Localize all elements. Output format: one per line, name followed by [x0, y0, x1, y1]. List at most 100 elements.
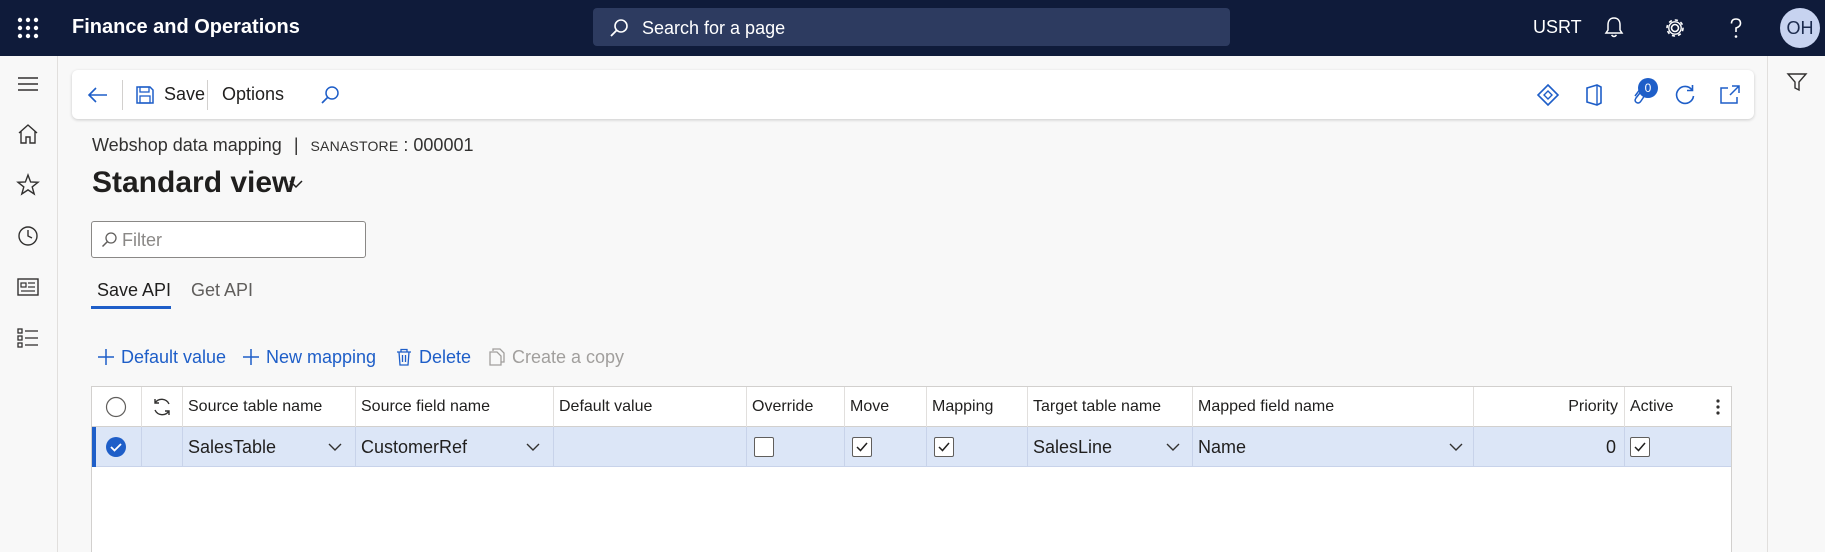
column-header-priority[interactable]: Priority: [1474, 387, 1625, 427]
copy-icon: [489, 348, 505, 366]
row-status-cell: [142, 427, 183, 467]
back-arrow-icon: [87, 86, 107, 103]
app-launcher-icon[interactable]: [14, 14, 42, 42]
target-table-cell[interactable]: SalesLine: [1028, 427, 1193, 467]
default-value-label: Default value: [121, 346, 227, 367]
mapped-field-value: Name: [1198, 437, 1247, 457]
source-field-cell[interactable]: CustomerRef: [356, 427, 554, 467]
home-icon[interactable]: [15, 121, 41, 147]
search-placeholder: Search for a page: [642, 18, 786, 38]
source-table-value: SalesTable: [188, 437, 277, 457]
search-icon: [610, 19, 628, 37]
table-row[interactable]: SalesTable CustomerRef SalesLine Name 0: [92, 427, 1731, 467]
mapping-cell: [927, 427, 1028, 467]
left-navigation: [0, 56, 58, 552]
options-label: Options: [222, 84, 285, 104]
filter-field[interactable]: [91, 221, 366, 258]
attachments-count-badge: 0: [1638, 78, 1658, 98]
column-header-mapped-field[interactable]: Mapped field name: [1193, 387, 1474, 427]
source-table-cell[interactable]: SalesTable: [183, 427, 356, 467]
recent-clock-icon[interactable]: [15, 223, 41, 249]
active-cell: [1625, 427, 1731, 467]
new-mapping-button[interactable]: New mapping: [242, 343, 376, 371]
move-checkbox[interactable]: [852, 437, 872, 457]
save-icon: [136, 85, 154, 104]
delete-label: Delete: [419, 346, 472, 367]
action-search-button[interactable]: [319, 70, 341, 119]
column-header-move[interactable]: Move: [845, 387, 927, 427]
favorites-star-icon[interactable]: [15, 172, 41, 198]
open-new-window-icon[interactable]: [1717, 82, 1743, 108]
chevron-down-icon[interactable]: [288, 178, 304, 190]
plus-icon: [243, 349, 259, 365]
chevron-down-icon[interactable]: [1165, 440, 1181, 454]
mapped-field-cell[interactable]: Name: [1193, 427, 1474, 467]
modules-list-icon[interactable]: [15, 325, 41, 351]
mapping-checkbox[interactable]: [934, 437, 954, 457]
checkmark-icon: [938, 442, 950, 452]
sync-icon[interactable]: [150, 396, 174, 418]
record-id: : 000001: [398, 135, 474, 155]
create-copy-label: Create a copy: [512, 346, 625, 367]
active-checkbox[interactable]: [1630, 437, 1650, 457]
column-header-source-table[interactable]: Source table name: [183, 387, 356, 427]
breadcrumb: Webshop data mapping | SANASTORE : 000001: [92, 135, 473, 156]
move-cell: [845, 427, 927, 467]
column-header-target-table[interactable]: Target table name: [1028, 387, 1193, 427]
select-all-cell[interactable]: [92, 387, 142, 427]
office-icon[interactable]: [1581, 82, 1607, 108]
trash-icon: [397, 348, 411, 366]
column-header-override[interactable]: Override: [747, 387, 845, 427]
default-value-cell[interactable]: [554, 427, 747, 467]
source-field-value: CustomerRef: [361, 437, 468, 457]
delete-button[interactable]: Delete: [395, 343, 471, 371]
override-checkbox[interactable]: [754, 437, 774, 457]
new-mapping-label: New mapping: [266, 346, 377, 367]
chevron-down-icon[interactable]: [327, 440, 343, 454]
select-all-circle-icon[interactable]: [105, 396, 127, 418]
action-pane: Save Options: [72, 70, 1754, 119]
refresh-icon[interactable]: [1672, 82, 1698, 108]
more-options-icon[interactable]: [1715, 398, 1721, 416]
bell-icon[interactable]: [1600, 14, 1628, 42]
target-table-value: SalesLine: [1033, 437, 1113, 457]
avatar[interactable]: OH: [1780, 8, 1820, 48]
row-select-cell[interactable]: [92, 427, 142, 467]
workspaces-icon[interactable]: [15, 274, 41, 300]
divider: [122, 80, 123, 110]
app-title[interactable]: Finance and Operations: [72, 16, 300, 39]
page-search-box[interactable]: Search for a page: [593, 8, 1230, 46]
tab-save-api[interactable]: Save API: [97, 280, 171, 301]
right-pane: [1767, 56, 1825, 552]
save-button[interactable]: Save: [134, 70, 205, 119]
record-prefix: SANASTORE: [310, 138, 399, 154]
column-header-source-field[interactable]: Source field name: [356, 387, 554, 427]
override-cell: [747, 427, 845, 467]
refresh-column-cell[interactable]: [142, 387, 183, 427]
checkmark-icon: [856, 442, 868, 452]
view-title[interactable]: Standard view: [92, 166, 295, 200]
column-header-default-value[interactable]: Default value: [554, 387, 747, 427]
active-tab-indicator: [91, 306, 171, 309]
chevron-down-icon[interactable]: [525, 440, 541, 454]
gear-icon[interactable]: [1661, 14, 1689, 42]
checkmark-circle-icon[interactable]: [105, 436, 127, 458]
form-name: Webshop data mapping: [92, 135, 282, 155]
create-copy-button[interactable]: Create a copy: [488, 343, 624, 371]
back-button[interactable]: [86, 70, 110, 119]
search-icon: [101, 232, 117, 248]
filter-input[interactable]: [122, 228, 352, 252]
default-value-button[interactable]: Default value: [97, 343, 226, 371]
options-tab[interactable]: Options: [222, 70, 284, 119]
search-icon: [321, 85, 339, 104]
chevron-down-icon[interactable]: [1448, 440, 1464, 454]
hamburger-menu-icon[interactable]: [15, 71, 41, 97]
help-icon[interactable]: [1722, 14, 1750, 42]
filter-funnel-icon[interactable]: [1786, 71, 1808, 93]
priority-cell[interactable]: 0: [1474, 427, 1625, 467]
tab-get-api[interactable]: Get API: [191, 280, 253, 301]
company-picker[interactable]: USRT: [1533, 17, 1582, 38]
plus-icon: [98, 349, 114, 365]
power-apps-icon[interactable]: [1535, 82, 1561, 108]
column-header-mapping[interactable]: Mapping: [927, 387, 1028, 427]
